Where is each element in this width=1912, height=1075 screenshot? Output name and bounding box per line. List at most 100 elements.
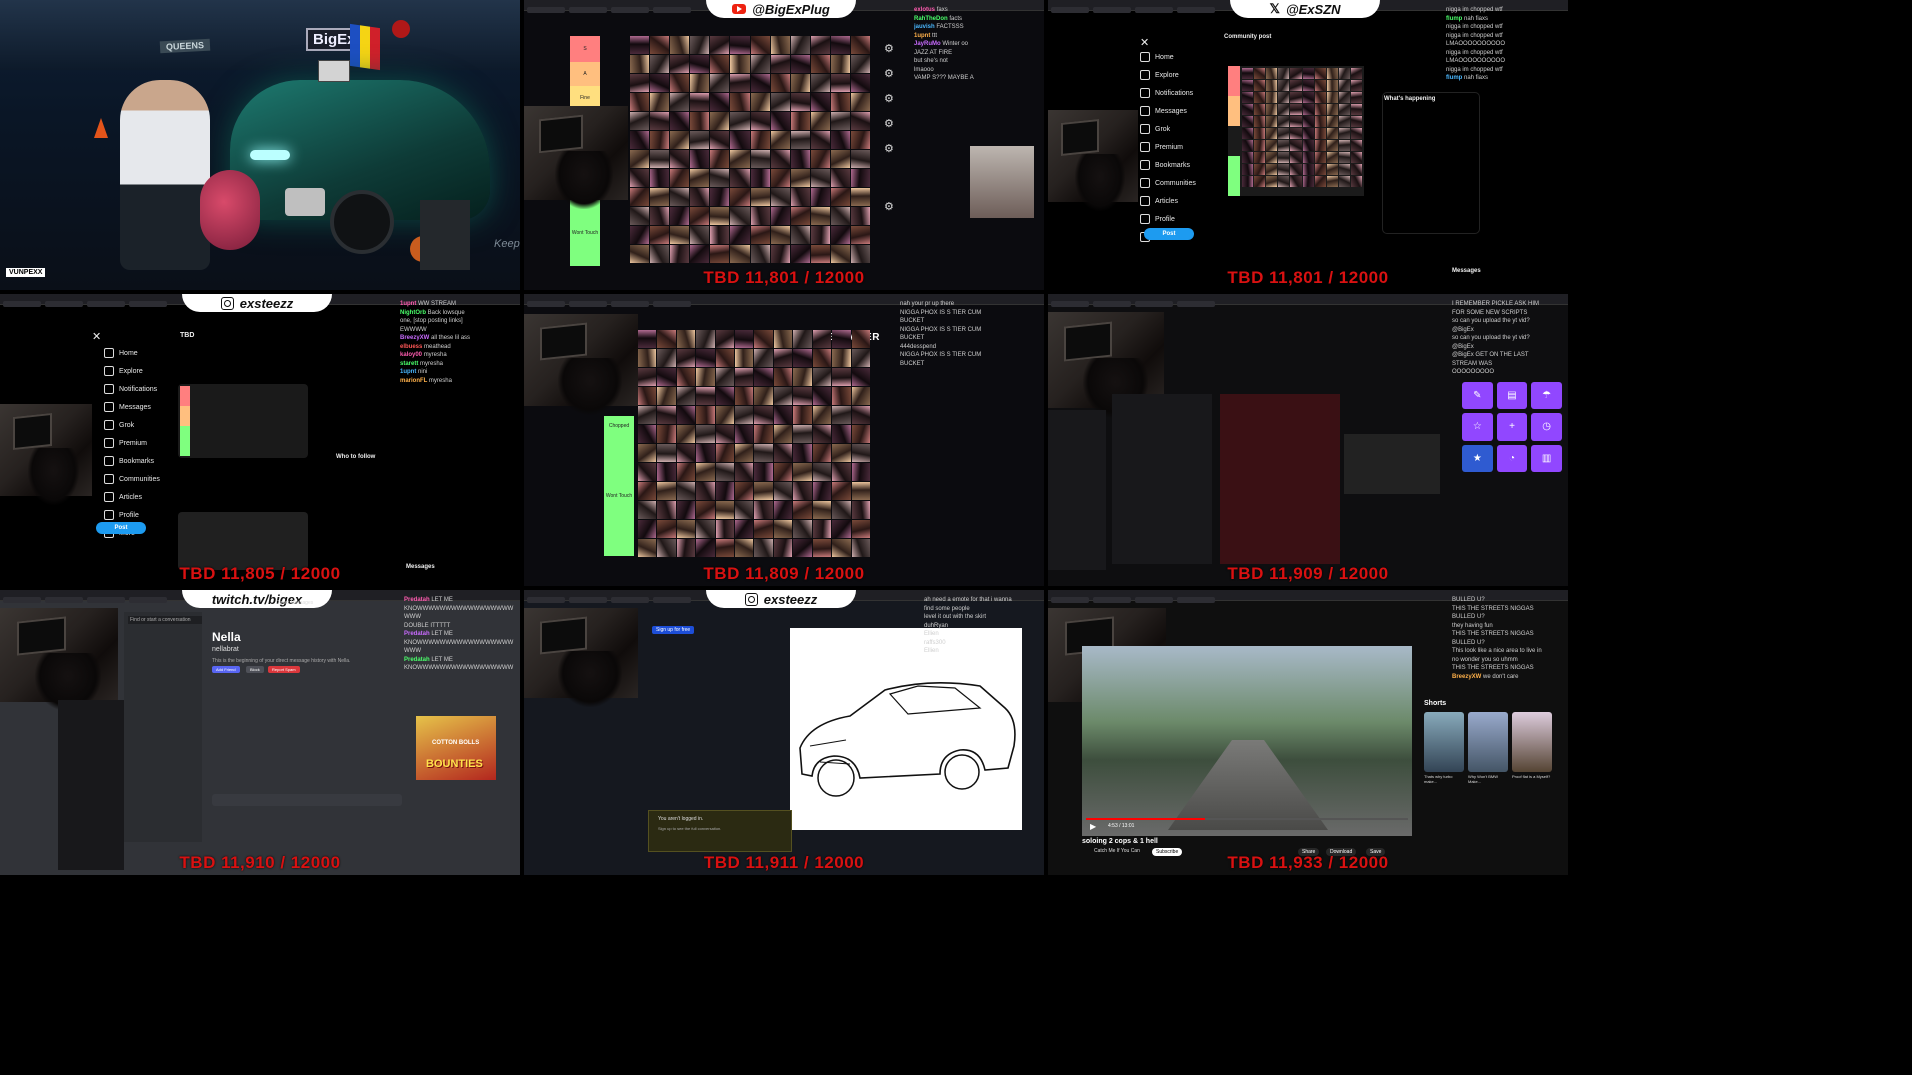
tierlist-photo[interactable] [715, 368, 735, 386]
tierlist-photo[interactable] [630, 207, 650, 225]
tierlist-photo[interactable] [830, 55, 850, 73]
gear-icon[interactable]: ⚙ [884, 117, 894, 130]
tierlist-photo[interactable] [830, 112, 850, 130]
tierlist-photo[interactable] [1326, 140, 1338, 151]
tierlist-photo[interactable] [670, 36, 690, 54]
tierlist-photo[interactable] [773, 463, 793, 481]
tierlist-photo[interactable] [770, 188, 790, 206]
tierlist-photo[interactable] [750, 226, 770, 244]
tierlist-photo[interactable] [730, 131, 750, 149]
tierlist-photo[interactable] [1254, 140, 1266, 151]
chat-username[interactable]: marionFL [400, 378, 429, 384]
tierlist-photo[interactable] [832, 539, 851, 557]
chat-username[interactable]: BreezyXW [400, 335, 431, 341]
tierlist-photo[interactable] [630, 131, 650, 149]
tierlist-photo[interactable] [676, 482, 696, 500]
layout-icon[interactable]: ▥ [1531, 444, 1562, 472]
tierlist-photo[interactable] [676, 539, 696, 557]
tierlist-photo[interactable] [851, 425, 870, 443]
tierlist-photo[interactable] [750, 36, 770, 54]
tierlist-photo[interactable] [1326, 128, 1338, 139]
tierlist-photo[interactable] [657, 520, 676, 538]
tierlist-photo[interactable] [1338, 104, 1350, 115]
tierlist-photo[interactable] [1278, 176, 1290, 187]
tierlist-photo[interactable] [696, 425, 715, 443]
signup-button[interactable]: Sign up for free [652, 626, 695, 634]
tierlist-photo[interactable] [1278, 104, 1290, 115]
tierlist-photo[interactable] [1350, 68, 1362, 79]
tierlist-photo[interactable] [1266, 116, 1278, 127]
tierlist-photo[interactable] [851, 368, 870, 386]
tierlist-photo[interactable] [850, 36, 870, 54]
chat-username[interactable]: starett [400, 361, 420, 367]
tierlist-photo[interactable] [830, 36, 850, 54]
tierlist-photo[interactable] [770, 36, 790, 54]
tierlist-photo[interactable] [770, 74, 790, 92]
tierlist-photo[interactable] [696, 368, 715, 386]
tierlist-photo[interactable] [696, 482, 715, 500]
chat-username[interactable]: flump [1446, 75, 1464, 81]
tierlist-photo[interactable] [670, 74, 690, 92]
tierlist-photo[interactable] [735, 482, 754, 500]
tierlist-photo[interactable] [754, 330, 773, 348]
tierlist-photo[interactable] [638, 406, 657, 424]
block-button[interactable]: Block [246, 666, 264, 673]
tierlist-photo[interactable] [1254, 176, 1266, 187]
x-nav-item-grok[interactable]: Grok [1140, 124, 1196, 134]
tierlist-photo[interactable] [812, 368, 832, 386]
raid-icon[interactable]: ☂ [1531, 382, 1562, 410]
tierlist-photo[interactable] [676, 387, 696, 405]
x-nav-item-profile[interactable]: Profile [1140, 214, 1196, 224]
tierlist-photo[interactable] [1254, 164, 1266, 175]
short-thumb-2[interactable] [1468, 712, 1508, 772]
tierlist-photo[interactable] [850, 112, 870, 130]
x-nav-item-articles[interactable]: Articles [1140, 196, 1196, 206]
tierlist-photo[interactable] [850, 131, 870, 149]
tierlist-photo[interactable] [710, 169, 730, 187]
chat-username[interactable]: 1upnt [400, 369, 418, 375]
tierlist-photo[interactable] [850, 93, 870, 111]
tierlist-photo[interactable] [790, 112, 810, 130]
tierlist-photo[interactable] [676, 330, 696, 348]
tierlist-photo[interactable] [810, 188, 830, 206]
x-nav-item-notifications[interactable]: Notifications [1140, 88, 1196, 98]
tierlist-photo[interactable] [690, 131, 710, 149]
tierlist-photo[interactable] [754, 482, 773, 500]
tierlist-photo[interactable] [1290, 104, 1302, 115]
tierlist-photo[interactable] [750, 112, 770, 130]
tierlist-photo[interactable] [810, 226, 830, 244]
tierlist-photo[interactable] [790, 169, 810, 187]
tierlist-photo[interactable] [773, 330, 793, 348]
tierlist-photo[interactable] [810, 55, 830, 73]
tierlist-photo[interactable] [735, 368, 754, 386]
tierlist-photo[interactable] [1338, 152, 1350, 163]
tierlist-photo[interactable] [1350, 92, 1362, 103]
tierlist-photo[interactable] [657, 387, 676, 405]
tierlist-photo[interactable] [830, 188, 850, 206]
tierlist-photo[interactable] [832, 349, 851, 367]
tierlist-photo[interactable] [790, 188, 810, 206]
tierlist-photo[interactable] [715, 387, 735, 405]
x-nav-item-premium[interactable]: Premium [1140, 142, 1196, 152]
tierlist-photo[interactable] [650, 93, 670, 111]
tierlist-photo[interactable] [1326, 164, 1338, 175]
tierlist-photo[interactable] [1242, 152, 1254, 163]
tierlist-photo[interactable] [1338, 68, 1350, 79]
timer-icon[interactable]: ◔ [1496, 444, 1528, 472]
tierlist-photo[interactable] [832, 463, 851, 481]
tierlist-photo[interactable] [650, 226, 670, 244]
tierlist-photo[interactable] [715, 406, 735, 424]
tierlist-photo[interactable] [657, 482, 676, 500]
tierlist-photo[interactable] [1314, 152, 1326, 163]
tierlist-photo[interactable] [1242, 176, 1254, 187]
tierlist-photo[interactable] [851, 444, 870, 462]
gear-icon[interactable]: ⚙ [884, 42, 894, 55]
tierlist-photo[interactable] [1326, 116, 1338, 127]
tierlist-photo[interactable] [1278, 164, 1290, 175]
tierlist-photo[interactable] [1266, 164, 1278, 175]
tierlist-photo[interactable] [1242, 92, 1254, 103]
tierlist-photo[interactable] [851, 482, 870, 500]
tierlist-photo[interactable] [754, 387, 773, 405]
tierlist-photo[interactable] [730, 207, 750, 225]
tierlist-photo[interactable] [638, 520, 657, 538]
